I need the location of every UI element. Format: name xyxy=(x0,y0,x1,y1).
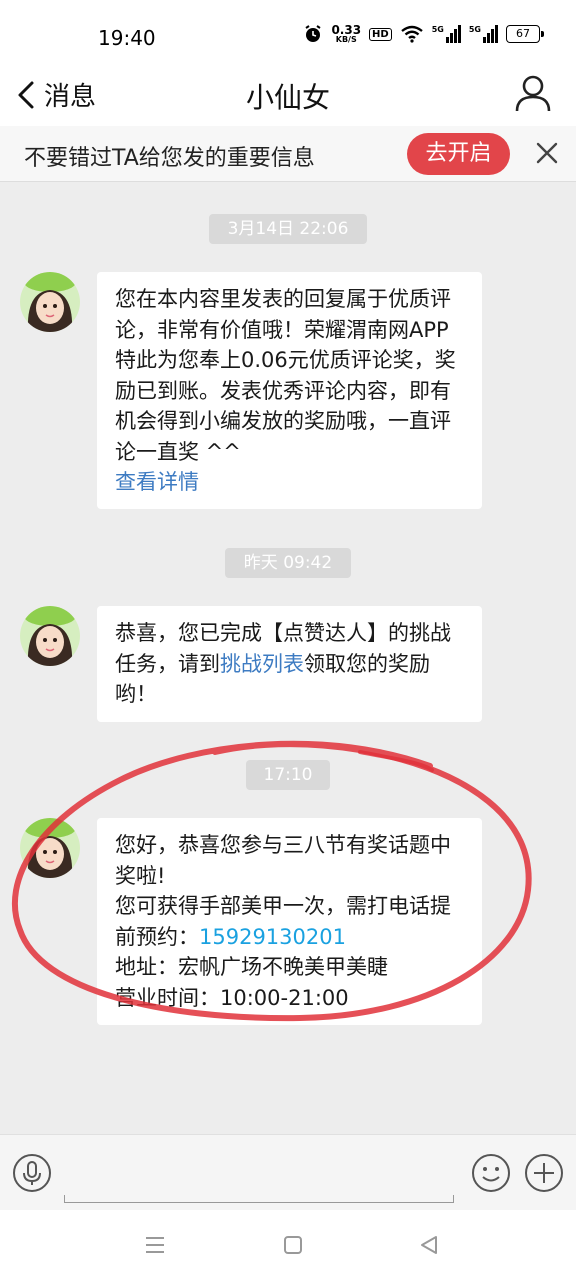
network-speed: 0.33 KB/S xyxy=(331,23,362,44)
phone-link[interactable]: 15929130201 xyxy=(199,925,346,949)
emoji-icon[interactable] xyxy=(471,1153,511,1193)
signal-icon: 5G xyxy=(432,25,461,43)
status-time: 19:40 xyxy=(98,26,156,50)
message-bubble: 恭喜，您已完成【点赞达人】的挑战任务，请到挑战列表领取您的奖励哟！ xyxy=(97,606,482,722)
message-timestamp: 17:10 xyxy=(246,760,330,790)
message-timestamp: 昨天 09:42 xyxy=(225,548,351,578)
home-icon[interactable] xyxy=(282,1234,304,1256)
message-timestamp: 3月14日 22:06 xyxy=(209,214,367,244)
battery-icon: 67 xyxy=(506,25,544,43)
header: 消息 小仙女 xyxy=(0,64,576,126)
alarm-icon xyxy=(305,25,321,42)
signal-icon-2: 5G xyxy=(469,25,498,43)
hd-badge: HD xyxy=(369,27,392,41)
avatar[interactable] xyxy=(20,606,80,666)
menu-icon[interactable] xyxy=(144,1234,166,1256)
avatar[interactable] xyxy=(20,272,80,332)
message-line: 地址：宏帆广场不晚美甲美睫 xyxy=(115,955,388,979)
wifi-icon xyxy=(400,25,423,43)
close-icon[interactable] xyxy=(534,140,560,166)
message-line: 营业时间：10:00-21:00 xyxy=(115,985,349,1010)
notification-text: 不要错过TA给您发的重要信息 xyxy=(24,146,315,171)
status-bar: 19:40 0.33 KB/S HD 5G 5G 67 xyxy=(0,0,576,64)
message-line: 您好，恭喜您参与三八节有奖话题中奖啦! xyxy=(115,833,451,888)
avatar[interactable] xyxy=(20,818,80,878)
back-triangle-icon[interactable] xyxy=(418,1234,440,1256)
message-bubble: 您好，恭喜您参与三八节有奖话题中奖啦! 您可获得手部美甲一次，需打电话提前预约：… xyxy=(97,818,482,1025)
status-icons: 0.33 KB/S HD 5G 5G 67 xyxy=(303,23,544,44)
enable-notifications-button[interactable]: 去开启 xyxy=(407,133,510,175)
view-details-link[interactable]: 查看详情 xyxy=(115,470,199,494)
user-icon[interactable] xyxy=(514,74,552,112)
plus-icon[interactable] xyxy=(524,1153,564,1193)
microphone-icon[interactable] xyxy=(12,1153,52,1193)
message-text: 您在本内容里发表的回复属于优质评论，非常有价值哦！荣耀渭南网APP特此为您奉上0… xyxy=(115,287,456,464)
message-input[interactable] xyxy=(64,1195,454,1203)
page-title: 小仙女 xyxy=(245,81,330,114)
input-bar xyxy=(0,1134,576,1210)
challenge-list-link[interactable]: 挑战列表 xyxy=(220,652,304,676)
message-bubble: 您在本内容里发表的回复属于优质评论，非常有价值哦！荣耀渭南网APP特此为您奉上0… xyxy=(97,272,482,509)
system-navigation-bar xyxy=(0,1210,576,1280)
notification-banner: 不要错过TA给您发的重要信息 去开启 xyxy=(0,126,576,182)
